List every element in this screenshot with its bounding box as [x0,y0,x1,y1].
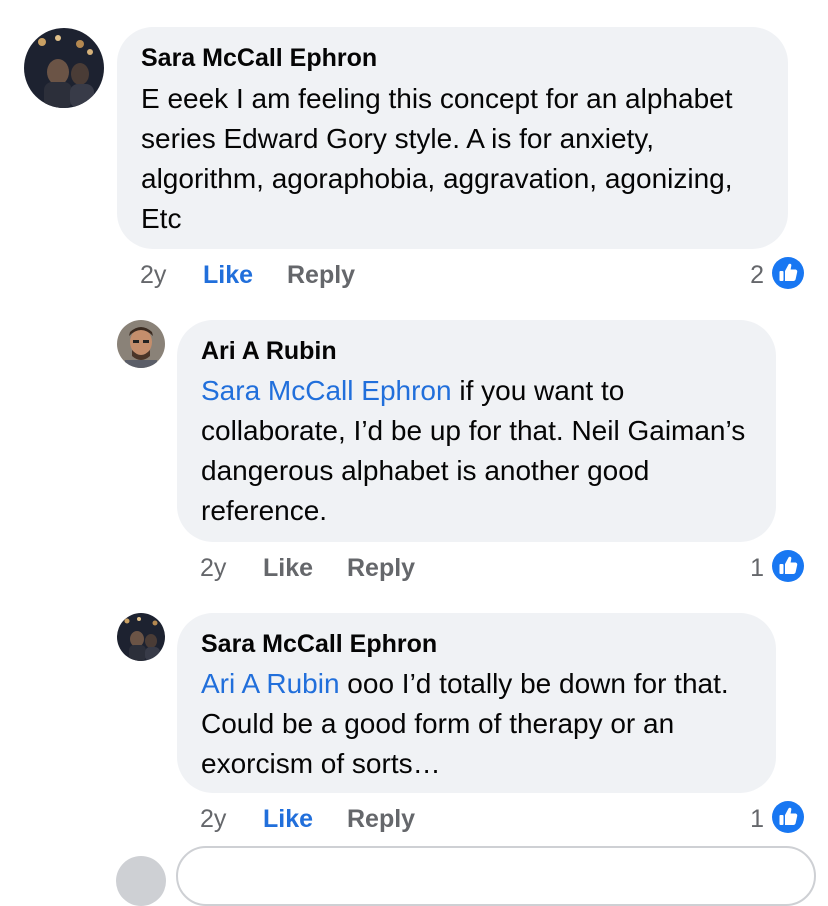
comment-text: E eeek I am feeling this concept for an … [141,79,771,239]
comment-bubble: Ari A Rubin Sara McCall Ephron if you wa… [177,320,776,542]
comment-body: E eeek I am feeling this concept for an … [141,83,733,234]
reaction-count[interactable]: 1 [734,805,764,834]
comment-timestamp[interactable]: 2y [200,805,226,834]
avatar[interactable] [24,28,104,108]
comment-bubble: Sara McCall Ephron Ari A Rubin ooo I’d t… [177,613,776,793]
like-button[interactable]: Like [263,805,313,834]
reply-input[interactable] [176,846,816,906]
reply-button[interactable]: Reply [347,554,415,583]
avatar[interactable] [117,613,165,661]
comment-author[interactable]: Ari A Rubin [201,337,337,366]
mention-link[interactable]: Ari A Rubin [201,668,340,699]
comment-author[interactable]: Sara McCall Ephron [201,630,437,659]
reaction-count[interactable]: 2 [734,261,764,290]
comment-timestamp[interactable]: 2y [140,261,166,290]
comment-timestamp[interactable]: 2y [200,554,226,583]
thumbs-up-icon[interactable] [772,257,804,289]
comment-text: Ari A Rubin ooo I’d totally be down for … [201,664,766,784]
comment-text: Sara McCall Ephron if you want to collab… [201,371,766,531]
comment-author[interactable]: Sara McCall Ephron [141,44,377,73]
mention-link[interactable]: Sara McCall Ephron [201,375,452,406]
reply-button[interactable]: Reply [287,261,355,290]
like-button[interactable]: Like [263,554,313,583]
reply-button[interactable]: Reply [347,805,415,834]
thumbs-up-icon[interactable] [772,801,804,833]
reaction-count[interactable]: 1 [734,554,764,583]
like-button[interactable]: Like [203,261,253,290]
comment-bubble: Sara McCall Ephron E eeek I am feeling t… [117,27,788,249]
avatar [116,856,166,906]
thumbs-up-icon[interactable] [772,550,804,582]
avatar[interactable] [117,320,165,368]
